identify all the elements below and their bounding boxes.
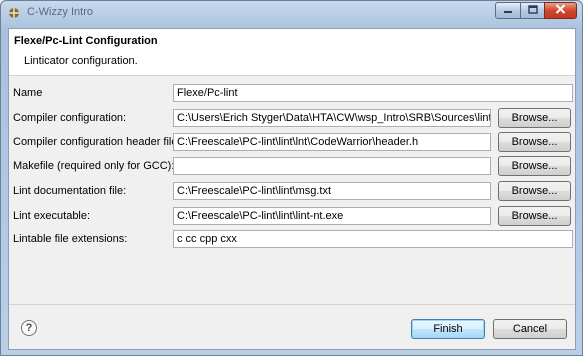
dialog-header: Flexe/Pc-Lint Configuration Linticator c… — [9, 29, 575, 76]
lint-executable-field[interactable]: C:\Freescale\PC-lint\lint\lint-nt.exe — [173, 207, 491, 225]
footer-divider — [9, 304, 575, 305]
maximize-button[interactable] — [520, 2, 545, 19]
dialog-client-area: Flexe/Pc-Lint Configuration Linticator c… — [8, 28, 576, 350]
lintable-extensions-label: Lintable file extensions: — [13, 233, 128, 245]
lint-documentation-label: Lint documentation file: — [13, 185, 127, 197]
close-icon — [555, 4, 566, 17]
minimize-icon — [503, 5, 513, 17]
dialog-window: C-Wizzy Intro Flexe/Pc-Lint Configuratio… — [0, 0, 583, 356]
compiler-configuration-label: Compiler configuration: — [13, 112, 127, 124]
page-title: Flexe/Pc-Lint Configuration — [14, 35, 158, 47]
compiler-header-label: Compiler configuration header file: — [13, 136, 181, 148]
title-bar[interactable]: C-Wizzy Intro — [1, 1, 582, 25]
row-lintable-extensions: Lintable file extensions: c cc cpp cxx — [9, 229, 575, 249]
page-description: Linticator configuration. — [24, 55, 138, 67]
row-name: Name Flexe/Pc-lint — [9, 83, 575, 103]
help-icon[interactable]: ? — [21, 320, 37, 336]
makefile-field[interactable] — [173, 157, 491, 175]
row-compiler-header: Compiler configuration header file: C:\F… — [9, 132, 575, 152]
compiler-configuration-field[interactable]: C:\Users\Erich Styger\Data\HTA\CW\wsp_In… — [173, 109, 491, 127]
eclipse-app-icon — [7, 6, 21, 20]
makefile-label: Makefile (required only for GCC): — [13, 160, 175, 172]
compiler-header-field[interactable]: C:\Freescale\PC-lint\lint\lnt\CodeWarrio… — [173, 133, 491, 151]
finish-button[interactable]: Finish — [411, 319, 485, 339]
name-label: Name — [13, 87, 43, 99]
row-lint-executable: Lint executable: C:\Freescale\PC-lint\li… — [9, 206, 575, 226]
close-button[interactable] — [544, 2, 577, 19]
maximize-icon — [527, 4, 538, 17]
lintable-extensions-field[interactable]: c cc cpp cxx — [173, 230, 573, 248]
row-makefile: Makefile (required only for GCC): Browse… — [9, 156, 575, 176]
lint-executable-label: Lint executable: — [13, 210, 91, 222]
lint-documentation-browse-button[interactable]: Browse... — [498, 181, 571, 201]
makefile-browse-button[interactable]: Browse... — [498, 156, 571, 176]
name-field[interactable]: Flexe/Pc-lint — [173, 84, 573, 102]
row-lint-documentation: Lint documentation file: C:\Freescale\PC… — [9, 181, 575, 201]
window-title: C-Wizzy Intro — [27, 6, 93, 18]
compiler-configuration-browse-button[interactable]: Browse... — [498, 108, 571, 128]
lint-executable-browse-button[interactable]: Browse... — [498, 206, 571, 226]
minimize-button[interactable] — [495, 2, 521, 19]
row-compiler-configuration: Compiler configuration: C:\Users\Erich S… — [9, 108, 575, 128]
lint-documentation-field[interactable]: C:\Freescale\PC-lint\lint\msg.txt — [173, 182, 491, 200]
cancel-button[interactable]: Cancel — [493, 319, 567, 339]
compiler-header-browse-button[interactable]: Browse... — [498, 132, 571, 152]
